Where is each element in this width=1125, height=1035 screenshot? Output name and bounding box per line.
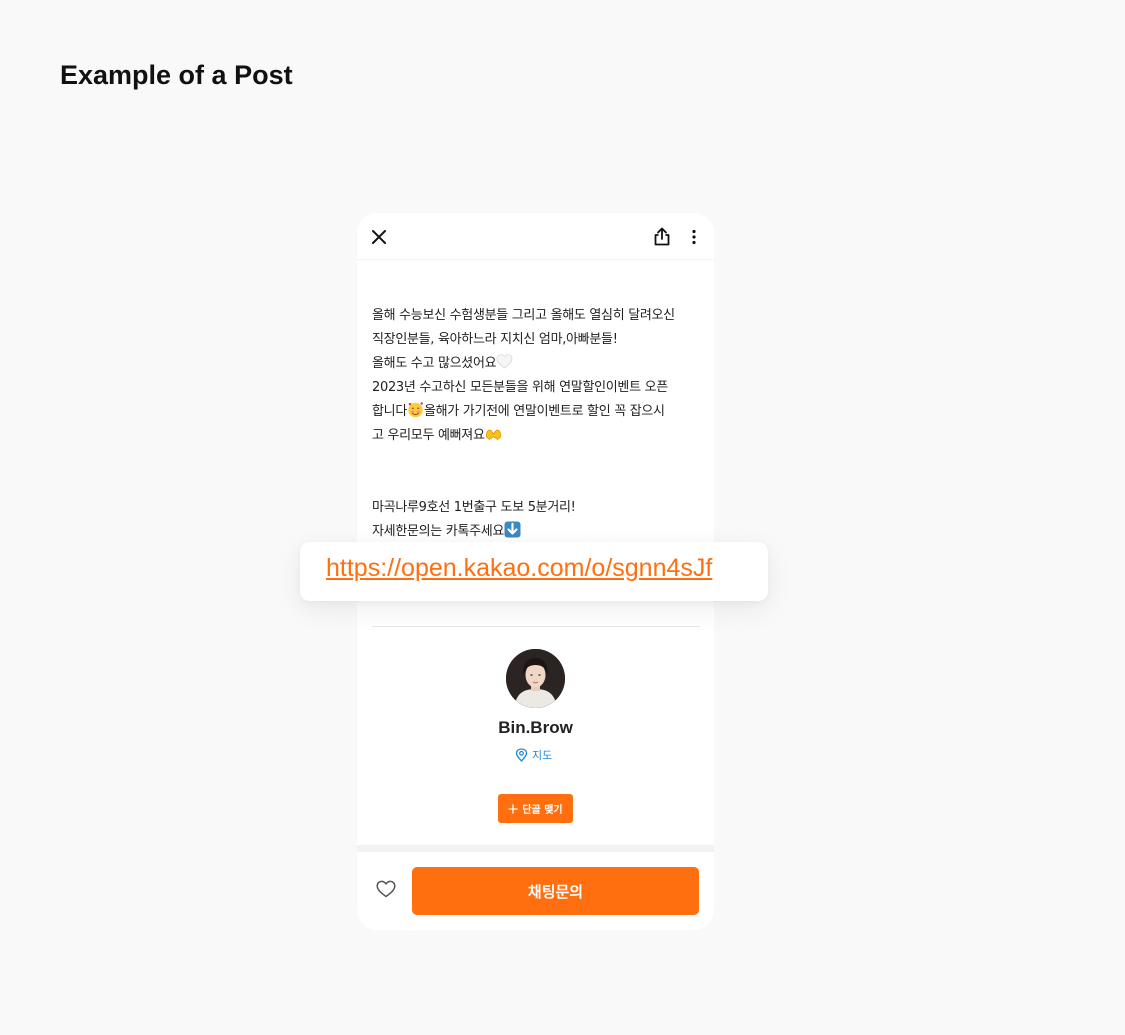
white-heart-emoji-icon (496, 354, 513, 369)
page-title: Example of a Post (60, 60, 293, 90)
post-line-text: 고 우리모두 예뻐져요 (372, 428, 485, 443)
follow-label: 단골 맺기 (522, 805, 563, 816)
post-line: 자세한문의는 카톡주세요 (372, 520, 707, 544)
link-callout-card: https://open.kakao.com/o/sgnn4sJf (300, 542, 768, 601)
close-icon[interactable] (371, 229, 387, 245)
post-line: 고 우리모두 예뻐져요 (372, 424, 707, 448)
heart-hands-emoji-icon (485, 429, 501, 441)
map-link[interactable]: 지도 (515, 746, 552, 764)
post-line: 마곡나루9호선 1번출구 도보 5분거리! (372, 500, 576, 515)
post-line: 2023년 수고하신 모든분들을 위해 연말할인이벤트 오픈 (372, 380, 668, 395)
post-line-text: 자세한문의는 카톡주세요 (372, 524, 505, 539)
top-bar (357, 213, 714, 260)
post-line: 합니다 올해가 가기전에 연말이벤트로 할인 꼭 잡으시 (372, 400, 707, 424)
author-name[interactable]: Bin.Brow (357, 718, 714, 738)
kakao-open-chat-link[interactable]: https://open.kakao.com/o/sgnn4sJf (326, 554, 712, 583)
section-separator (357, 845, 714, 852)
post-line: 올해 수능보신 수험생분들 그리고 올해도 열심히 달려오신 (372, 308, 675, 323)
post-body: 올해 수능보신 수험생분들 그리고 올해도 열심히 달려오신 직장인분들, 육아… (372, 304, 707, 544)
heart-outline-icon[interactable] (376, 880, 396, 898)
map-label: 지도 (532, 749, 553, 762)
plus-icon (508, 804, 518, 813)
post-line-text: 합니다 (372, 404, 407, 419)
down-arrow-emoji-icon (504, 521, 521, 538)
location-pin-icon (515, 748, 528, 762)
follow-button[interactable]: 단골 맺기 (498, 794, 573, 823)
share-icon[interactable] (653, 227, 671, 246)
more-vertical-icon[interactable] (689, 229, 699, 245)
avatar[interactable] (506, 649, 565, 708)
post-line: 올해도 수고 많으셨어요 (372, 352, 707, 376)
post-line-text: 올해도 수고 많으셨어요 (372, 356, 497, 371)
post-line: 직장인분들, 육아하느라 지치신 엄마,아빠분들! (372, 332, 618, 347)
chat-inquiry-button[interactable]: 채팅문의 (412, 867, 699, 915)
post-line-text: 올해가 가기전에 연말이벤트로 할인 꼭 잡으시 (423, 404, 665, 419)
content-divider (372, 626, 700, 627)
smiling-face-with-hearts-emoji-icon (408, 402, 424, 418)
